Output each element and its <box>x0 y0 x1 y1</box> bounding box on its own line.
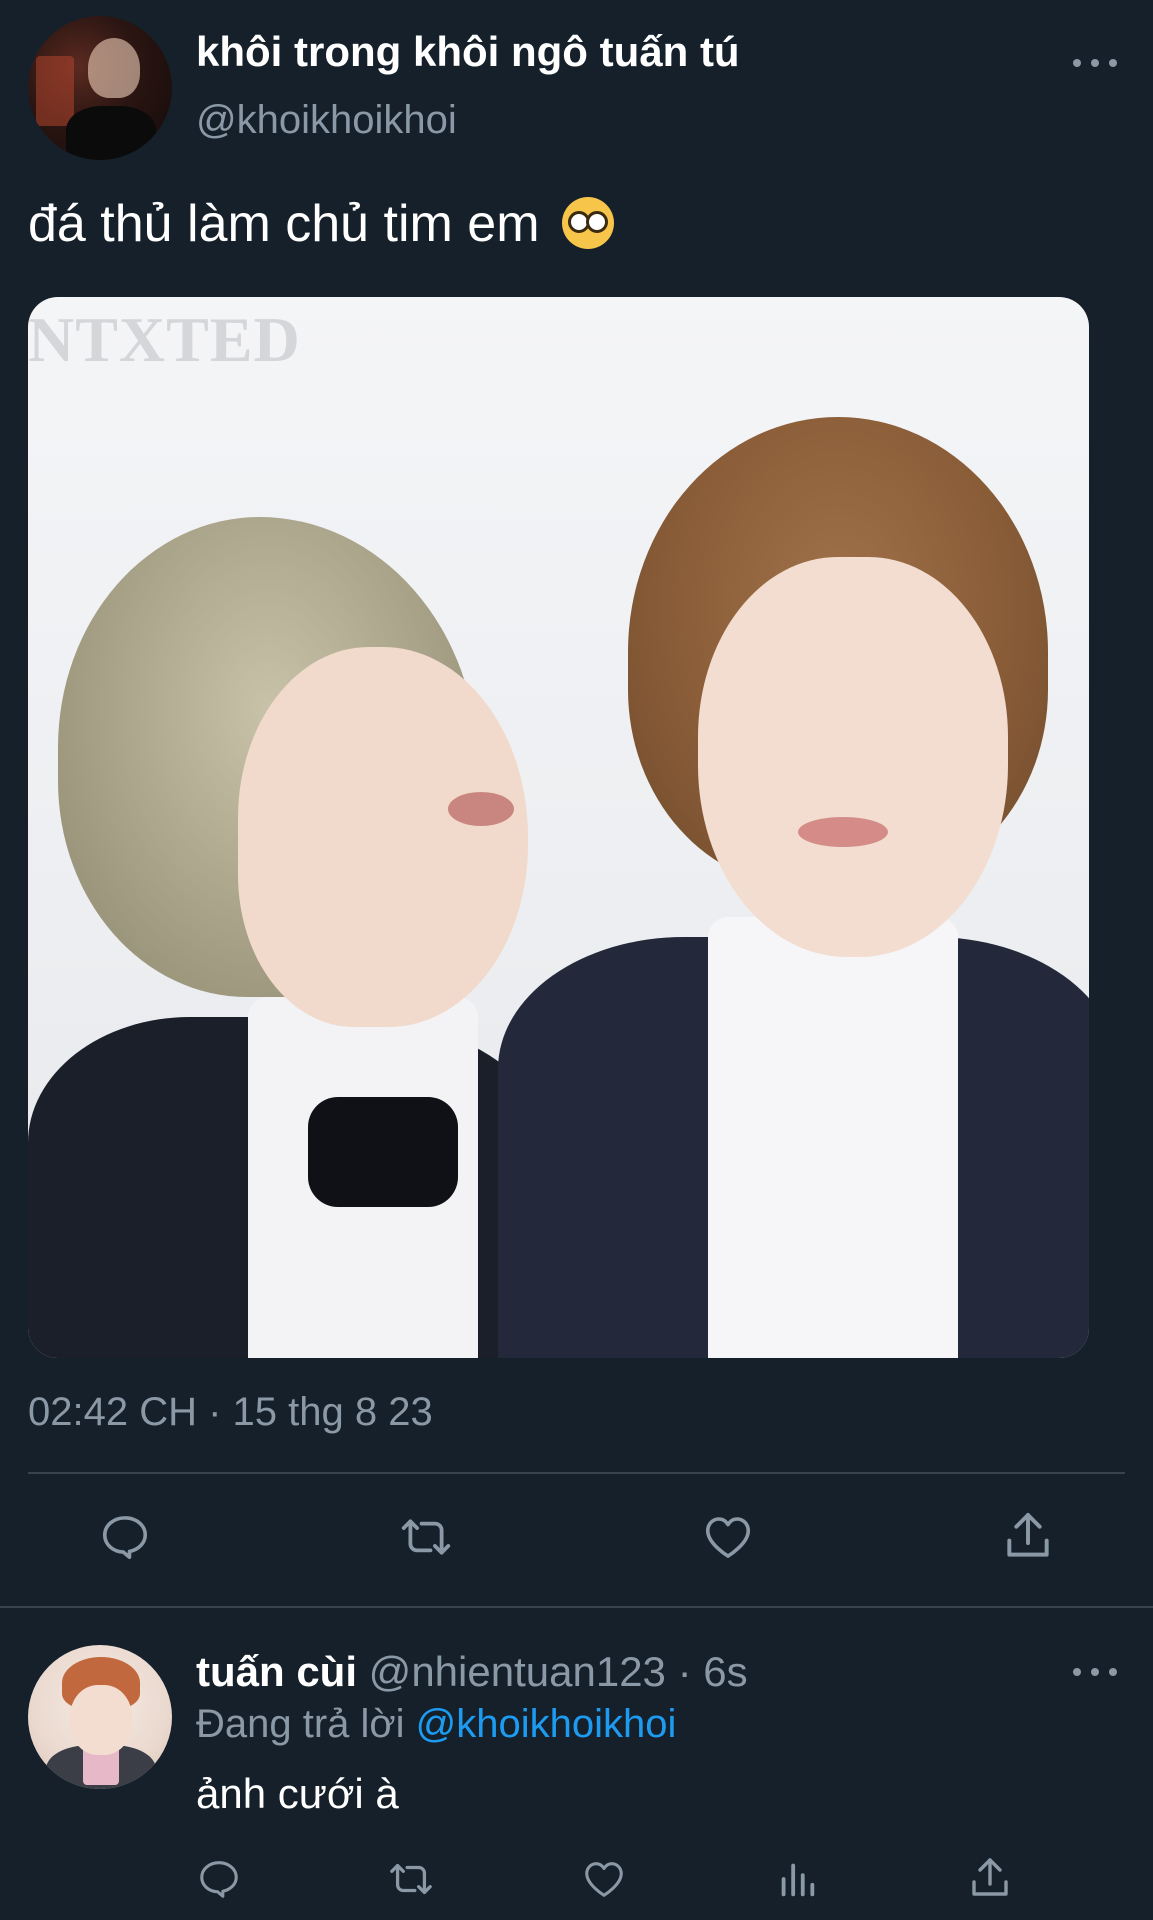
reply-icon[interactable] <box>98 1510 152 1564</box>
tweet-timestamp[interactable]: 02:42 CH · 15 thg 8 23 <box>28 1390 433 1435</box>
reply-reply-icon[interactable] <box>196 1856 242 1902</box>
reply-like-icon[interactable] <box>580 1856 628 1902</box>
replying-to: Đang trả lời @khoikhoikhoi <box>196 1702 676 1747</box>
tweet-text: đá thủ làm chủ tim em <box>28 194 614 254</box>
reply-header: tuấn cùi @nhientuan123 · 6s <box>196 1648 748 1696</box>
like-icon[interactable] <box>700 1510 756 1564</box>
more-options-icon[interactable] <box>1073 56 1117 70</box>
media-watermark: NTXTED <box>28 304 301 375</box>
reply-views-icon[interactable] <box>774 1856 820 1902</box>
author-handle[interactable]: @khoikhoikhoi <box>196 98 457 143</box>
retweet-icon[interactable] <box>397 1510 455 1564</box>
section-divider <box>0 1606 1153 1608</box>
share-icon[interactable] <box>1000 1508 1056 1564</box>
reply-author-name[interactable]: tuấn cùi <box>196 1648 357 1695</box>
author-avatar[interactable] <box>28 16 172 160</box>
reply-author-avatar[interactable] <box>28 1645 172 1789</box>
reply-share-icon[interactable] <box>966 1854 1014 1902</box>
reply-author-meta: @nhientuan123 · 6s <box>357 1648 748 1695</box>
divider <box>28 1472 1125 1474</box>
nerd-face-emoji-icon <box>562 197 614 250</box>
reply-retweet-icon[interactable] <box>386 1856 436 1902</box>
author-display-name[interactable]: khôi trong khôi ngô tuấn tú <box>196 28 740 76</box>
replying-to-prefix: Đang trả lời <box>196 1702 416 1746</box>
reply-text: ảnh cưới à <box>196 1770 399 1817</box>
tweet-media-image[interactable]: NTXTED <box>28 297 1089 1358</box>
replying-to-mention-link[interactable]: @khoikhoikhoi <box>416 1702 677 1746</box>
reply-more-options-icon[interactable] <box>1073 1665 1117 1679</box>
tweet-text-content: đá thủ làm chủ tim em <box>28 195 540 253</box>
